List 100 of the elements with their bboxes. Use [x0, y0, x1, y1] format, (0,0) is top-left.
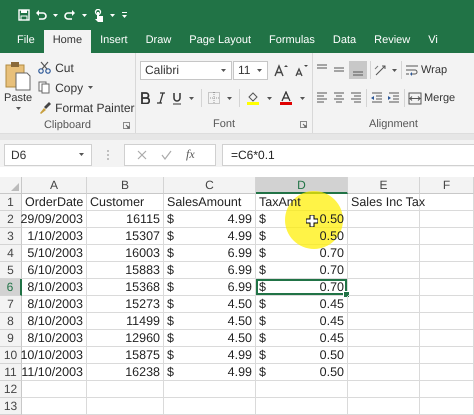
empty-cell[interactable]	[348, 381, 420, 398]
underline-icon[interactable]	[172, 92, 182, 104]
row-header[interactable]: 8	[0, 313, 22, 330]
fill-handle[interactable]	[343, 291, 350, 298]
bold-icon[interactable]	[140, 92, 150, 104]
grow-font-icon[interactable]	[274, 63, 288, 77]
name-box[interactable]: D6	[4, 144, 92, 166]
empty-cell[interactable]	[420, 279, 474, 296]
empty-cell[interactable]	[348, 313, 420, 330]
empty-cell[interactable]	[348, 279, 420, 296]
redo-icon[interactable]	[64, 9, 76, 21]
cut-button[interactable]: Cut	[38, 59, 134, 76]
customize-icon[interactable]	[121, 11, 128, 19]
row-header[interactable]: 4	[0, 245, 22, 262]
formula-field[interactable]: =C6*0.1	[222, 144, 474, 166]
empty-cell[interactable]	[87, 398, 164, 415]
italic-icon[interactable]	[156, 92, 166, 104]
caret-icon[interactable]	[81, 12, 88, 18]
row-header[interactable]: 5	[0, 262, 22, 279]
align-right-icon[interactable]	[349, 91, 363, 105]
empty-cell[interactable]	[348, 364, 420, 381]
save-icon[interactable]	[18, 9, 30, 21]
decrease-indent-icon[interactable]	[370, 91, 384, 105]
ribbon-tab[interactable]: Insert	[91, 30, 137, 53]
ribbon-tab[interactable]: Draw	[136, 30, 180, 53]
row-header[interactable]: 6	[0, 279, 22, 296]
empty-cell[interactable]	[420, 381, 474, 398]
ribbon-tab[interactable]: File	[8, 30, 44, 53]
column-header[interactable]: F	[420, 177, 474, 194]
font-name-dropdown[interactable]: Calibri	[140, 60, 232, 80]
row-header[interactable]: 11	[0, 364, 22, 381]
ribbon-tab[interactable]: Home	[44, 30, 92, 53]
paste-button[interactable]: Paste	[4, 59, 32, 116]
shrink-font-icon[interactable]	[294, 63, 308, 77]
borders-icon[interactable]	[208, 92, 220, 104]
cancel-icon[interactable]	[137, 150, 147, 160]
column-header[interactable]: A	[22, 177, 87, 194]
empty-cell[interactable]	[256, 398, 348, 415]
dialog-launcher-icon[interactable]	[123, 122, 130, 129]
empty-cell[interactable]	[87, 381, 164, 398]
cursor-icon	[306, 215, 318, 227]
empty-cell[interactable]	[420, 228, 474, 245]
enter-icon[interactable]	[161, 150, 172, 160]
column-header[interactable]: B	[87, 177, 164, 194]
row-header[interactable]: 12	[0, 381, 22, 398]
empty-cell[interactable]	[420, 398, 474, 415]
caret-icon[interactable]	[109, 12, 116, 18]
empty-cell[interactable]	[420, 296, 474, 313]
align-bottom-button[interactable]	[349, 61, 367, 79]
copy-button[interactable]: Copy	[38, 79, 134, 96]
empty-cell[interactable]	[420, 245, 474, 262]
column-header[interactable]: D	[256, 177, 348, 194]
font-color-icon[interactable]	[279, 91, 293, 105]
row-header[interactable]: 3	[0, 228, 22, 245]
empty-cell[interactable]	[256, 381, 348, 398]
ribbon-tab[interactable]: Formulas	[260, 30, 324, 53]
font-size-dropdown[interactable]: 11	[232, 60, 268, 80]
wrap-text-button[interactable]: Wrap	[405, 62, 448, 78]
align-center-icon[interactable]	[332, 91, 346, 105]
empty-cell[interactable]	[348, 347, 420, 364]
fill-color-icon[interactable]	[246, 91, 260, 105]
empty-cell[interactable]	[420, 262, 474, 279]
empty-cell[interactable]	[348, 398, 420, 415]
ribbon-tab[interactable]: Data	[324, 30, 366, 53]
row-header[interactable]: 10	[0, 347, 22, 364]
empty-cell[interactable]	[348, 296, 420, 313]
selected-cell[interactable]: $ 0.70	[256, 279, 348, 296]
select-all-icon[interactable]	[11, 183, 19, 191]
row-header[interactable]: 1	[0, 194, 22, 211]
insert-function-button[interactable]: fx	[186, 147, 195, 162]
column-header[interactable]: E	[348, 177, 420, 194]
empty-cell[interactable]	[420, 211, 474, 228]
row-header[interactable]: 9	[0, 330, 22, 347]
empty-cell[interactable]	[348, 330, 420, 347]
empty-cell[interactable]	[420, 347, 474, 364]
increase-indent-icon[interactable]	[387, 91, 401, 105]
row-header[interactable]: 7	[0, 296, 22, 313]
undo-icon[interactable]	[35, 9, 47, 21]
empty-cell[interactable]	[348, 262, 420, 279]
empty-cell[interactable]	[164, 381, 256, 398]
hand-icon[interactable]	[93, 8, 104, 22]
ribbon-tab[interactable]: Vi	[419, 30, 447, 53]
orientation-icon[interactable]	[374, 63, 388, 77]
ribbon-tab[interactable]: Page Layout	[180, 30, 260, 53]
empty-cell[interactable]	[348, 228, 420, 245]
empty-cell[interactable]	[164, 398, 256, 415]
dialog-launcher-icon[interactable]	[300, 121, 307, 128]
merge-button[interactable]: Merge	[408, 90, 456, 106]
row-header[interactable]: 13	[0, 398, 22, 415]
empty-cell[interactable]	[348, 211, 420, 228]
align-left-icon[interactable]	[315, 91, 329, 105]
column-header[interactable]: C	[164, 177, 256, 194]
empty-cell[interactable]	[420, 313, 474, 330]
format-painter-button[interactable]: Format Painter	[38, 99, 134, 116]
empty-cell[interactable]	[348, 245, 420, 262]
empty-cell[interactable]	[420, 364, 474, 381]
ribbon-tab[interactable]: Review	[365, 30, 420, 53]
row-header[interactable]: 2	[0, 211, 22, 228]
empty-cell[interactable]	[420, 330, 474, 347]
caret-icon[interactable]	[52, 12, 59, 18]
